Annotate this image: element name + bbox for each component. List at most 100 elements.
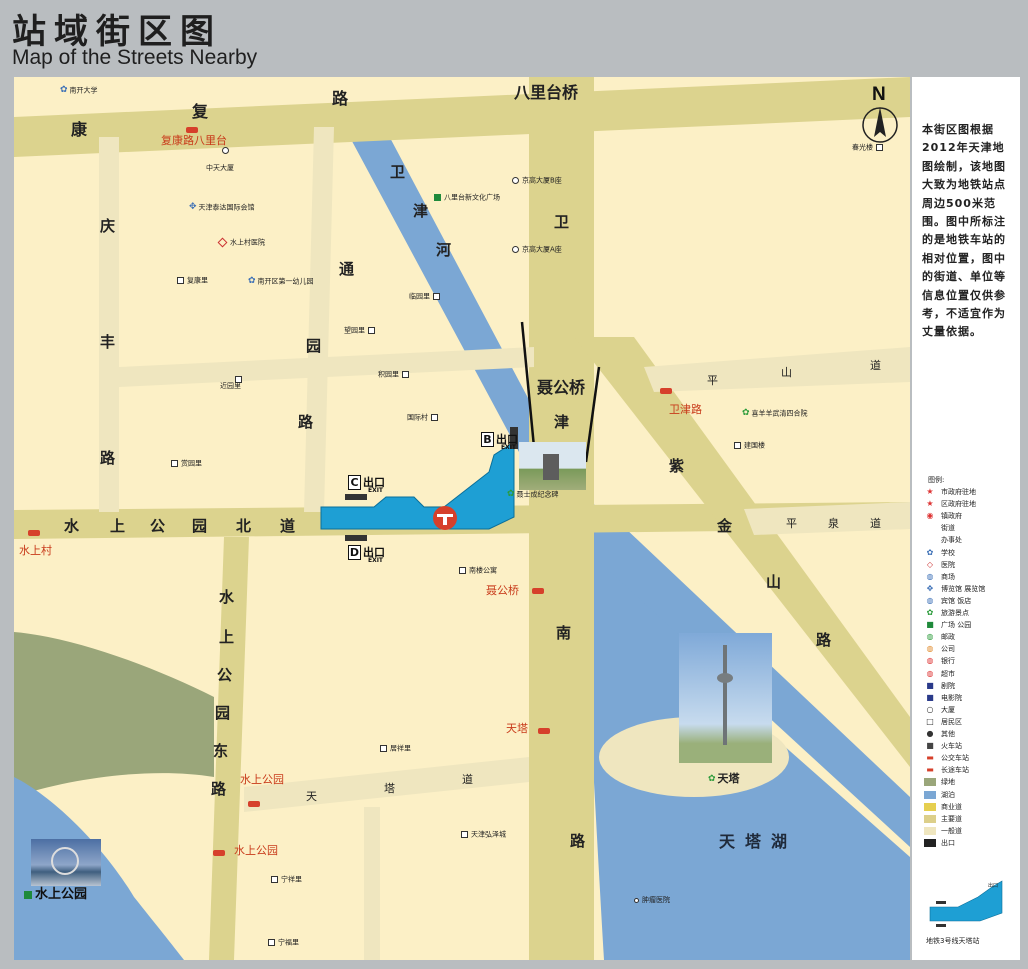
legend-item: ✿ 旅游景点: [924, 608, 969, 618]
bus-icon: [213, 847, 228, 858]
legend-item: ○ 大厦: [924, 705, 956, 715]
bus-icon: [660, 385, 675, 396]
map-note: 本街区图根据2012年天津地图绘制，该地图大致为地铁站点周边500米范围。图中所…: [922, 123, 1006, 339]
legend-symbol-icon: ◉: [926, 511, 934, 521]
legend-label: 街道: [941, 524, 955, 533]
river-label-he: 河: [436, 241, 452, 259]
road-label-north-2: 上: [110, 517, 126, 535]
legend-item: ◍ 宾馆 饭店: [924, 596, 972, 606]
legend-label: 绿地: [941, 778, 955, 787]
header: 站域街区图 Map of the Streets Nearby: [0, 0, 1028, 76]
road-label-tongyuan-yuan: 园: [306, 337, 322, 355]
poi-nankai-univ[interactable]: ✿ 南开大学: [60, 86, 98, 95]
poi-tumor-hospital[interactable]: 肿瘤医院: [634, 897, 670, 904]
legend-item: ▬ 公交车站: [924, 753, 969, 763]
legend-swatch: [924, 826, 936, 835]
legend-symbol-icon: ◍: [926, 644, 934, 654]
legend-label: 办事处: [941, 536, 962, 545]
poi-jinggao-a[interactable]: 京高大厦A座: [512, 246, 562, 254]
poi-xiyangyang[interactable]: ✿ 喜羊羊武清四合院: [742, 409, 808, 418]
poi-jiyuan[interactable]: 积园里: [378, 371, 412, 379]
legend-item: ◇ 医院: [924, 560, 955, 570]
poi-niejie-memorial[interactable]: ✿ 聂士成纪念碑: [507, 490, 559, 499]
road-label-east-2: 上: [219, 628, 235, 646]
road-label-tianta-3: 道: [462, 773, 473, 786]
legend-label: 公司: [941, 645, 955, 654]
street-map[interactable]: 复 康 路 八里台桥 庆 丰 路 通 园 路 卫 津 聂公桥 水 上 公 园 北…: [14, 77, 910, 960]
legend-symbol-icon: ★: [926, 487, 934, 496]
legend-item: ✥ 博览馆 展览馆: [924, 584, 986, 594]
exit-c-label[interactable]: C 出口 EXIT: [348, 475, 385, 494]
poi-shuishang-park[interactable]: 水上公园: [24, 888, 87, 901]
legend-swatch: [924, 778, 936, 787]
poi-hongze[interactable]: 天津弘泽城: [461, 831, 506, 839]
legend-swatch: [924, 838, 936, 847]
poi-guoji[interactable]: 国际村: [407, 414, 441, 422]
road-label-zijin-3: 山: [766, 573, 782, 591]
road-label-qingfeng-qing: 庆: [100, 217, 116, 235]
poi-juxiang[interactable]: 居祥里: [380, 745, 411, 753]
road-label-fukang-kang: 康: [71, 120, 88, 139]
legend-symbol-icon: ▬: [926, 765, 934, 775]
poi-tianta-landmark[interactable]: ✿ 天塔: [708, 773, 740, 784]
exit-b-label[interactable]: B 出口 EXIT: [481, 432, 518, 451]
poi-hospital[interactable]: 水上村医院: [217, 237, 265, 248]
poi-balitai-plaza[interactable]: 八里台新文化广场: [434, 194, 500, 202]
legend-label: 大厦: [941, 705, 955, 714]
poi-jianguo[interactable]: 建国楼: [734, 442, 765, 450]
legend-label: 其他: [941, 730, 955, 738]
poi-ningxiang[interactable]: 宁祥里: [271, 876, 302, 884]
stop-tianta: 天塔: [506, 722, 528, 735]
legend-label: 广场 公园: [941, 621, 972, 630]
poi-nielou[interactable]: 南楼公寓: [459, 567, 497, 575]
poi-chunguang[interactable]: 春光楼: [852, 144, 886, 152]
statue-shape: [543, 454, 559, 480]
poi-taida-hotel[interactable]: ✥ 天津泰达国际会馆: [189, 203, 255, 212]
legend-symbol-icon: ■: [926, 620, 934, 630]
poi-zhongtian[interactable]: 中天大厦: [206, 165, 234, 172]
road-label-weijin-lu: 路: [570, 832, 586, 850]
legend-label: 银行: [941, 657, 955, 666]
road-label-east-6: 路: [211, 780, 227, 798]
poi-jinyuan[interactable]: 近园里: [220, 383, 241, 390]
legend-item: 办事处: [924, 535, 962, 545]
poi-ningfu[interactable]: 宁福里: [268, 939, 299, 947]
legend-item: □ 居民区: [924, 717, 962, 727]
legend-symbol-icon: ■: [926, 741, 934, 751]
legend-symbol-icon: □: [926, 716, 934, 726]
legend-item: ■ 广场 公园: [924, 620, 971, 630]
legend-item: ■ 火车站: [924, 741, 962, 751]
legend-item: 街道: [924, 523, 955, 533]
stop-weijinlu: 卫津路: [669, 403, 702, 416]
poi-wangyuan[interactable]: 望园里: [344, 327, 378, 335]
legend-label: 超市: [941, 669, 955, 678]
legend-label: 宾馆 饭店: [941, 596, 972, 605]
road-label-fukang-fu: 复: [192, 102, 209, 121]
stop-shuishang-park-1: 水上公园: [240, 773, 284, 786]
legend-item: ★ 市政府驻地: [924, 487, 976, 497]
legend-item: ◍ 银行: [924, 656, 956, 666]
legend-label: 公交车站: [941, 754, 969, 763]
exit-c-stub: [345, 494, 367, 500]
poi-shangyuan[interactable]: 赏园里: [171, 460, 202, 468]
legend-symbol-icon: ✿: [926, 547, 934, 557]
poi-kindergarten[interactable]: ✿ 南开区第一幼儿园: [248, 277, 314, 286]
legend-item: 出口: [924, 838, 955, 848]
road-label-weijin-nan: 南: [556, 624, 572, 642]
poi-jinggao-b[interactable]: 京高大厦B座: [512, 177, 562, 185]
road-label-zijin-1: 紫: [669, 457, 685, 475]
lake-label-tianta: 天塔湖: [719, 832, 798, 851]
station-name: 地铁3号线天塔站: [926, 937, 980, 945]
legend-label: 市政府驻地: [941, 488, 976, 496]
legend-label: 一般道: [941, 826, 962, 835]
legend-label: 旅游景点: [941, 609, 969, 617]
exit-d-label[interactable]: D 出口 EXIT: [348, 545, 385, 564]
legend-label: 火车站: [941, 742, 962, 751]
poi-linyuan[interactable]: 临园里: [409, 293, 443, 301]
poi-fukangli[interactable]: 复康里: [177, 277, 208, 285]
legend-label: 商场: [941, 572, 955, 581]
bus-icon: [538, 725, 553, 736]
legend-label: 镇政府: [941, 512, 962, 521]
legend-label: 商业道: [941, 802, 962, 811]
road-label-balitai-bridge: 八里台桥: [514, 83, 579, 102]
